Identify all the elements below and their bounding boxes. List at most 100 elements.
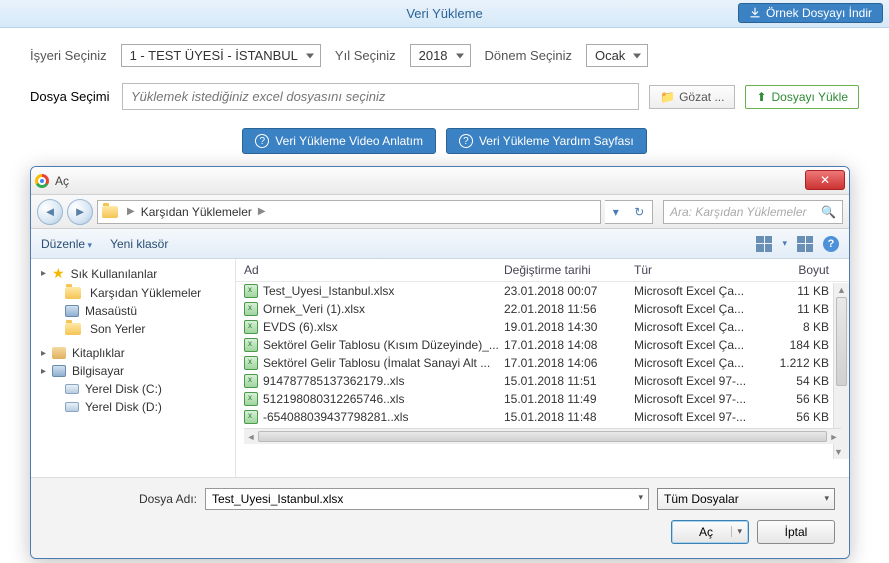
file-row[interactable]: EVDS (6).xlsx19.01.2018 14:30Microsoft E… [236, 318, 849, 336]
excel-icon [244, 374, 258, 388]
excel-icon [244, 410, 258, 424]
file-date: 15.01.2018 11:51 [504, 374, 634, 388]
tree-label: Sık Kullanılanlar [71, 267, 158, 281]
file-row[interactable]: 512198080312265746..xls15.01.2018 11:49M… [236, 390, 849, 408]
horizontal-scrollbar[interactable]: ◄ ► [244, 428, 841, 444]
file-name: 512198080312265746..xls [263, 392, 404, 406]
col-header-date[interactable]: Değiştirme tarihi [504, 263, 634, 277]
file-row[interactable]: 914787785137362179..xls15.01.2018 11:51M… [236, 372, 849, 390]
tree-label: Masaüstü [85, 304, 137, 318]
disk-icon [65, 402, 79, 412]
file-row[interactable]: -654088039437798281..xls 15.01.2018 11:48… [236, 408, 849, 426]
file-date: 23.01.2018 00:07 [504, 284, 634, 298]
file-type: Microsoft Excel 97-... [634, 410, 764, 424]
excel-icon [244, 356, 258, 370]
file-path-input[interactable] [122, 83, 639, 110]
close-button[interactable]: ✕ [805, 170, 845, 190]
view-list-icon[interactable] [756, 236, 772, 252]
dialog-titlebar[interactable]: Aç ✕ [31, 167, 849, 195]
nav-back-button[interactable]: ◄ [37, 199, 63, 225]
file-row[interactable]: Sektörel Gelir Tablosu (Kısım Düzeyinde)… [236, 336, 849, 354]
file-row[interactable]: Test_Uyesi_Istanbul.xlsx23.01.2018 00:07… [236, 282, 849, 300]
tree-computer[interactable]: ▸ Bilgisayar [31, 362, 235, 380]
cancel-button[interactable]: İptal [757, 520, 835, 544]
scroll-right-icon[interactable]: ► [827, 429, 841, 444]
chevron-down-icon[interactable]: ▾ [782, 238, 787, 249]
open-button[interactable]: Aç [671, 520, 749, 544]
breadcrumb[interactable]: ▶ Karşıdan Yüklemeler ▶ [97, 200, 601, 224]
file-type: Microsoft Excel 97-... [634, 392, 764, 406]
year-label: Yıl Seçiniz [335, 48, 396, 63]
file-type: Microsoft Excel Ça... [634, 320, 764, 334]
refresh-icon[interactable]: ↻ [634, 205, 644, 219]
col-header-name[interactable]: Ad [244, 263, 504, 277]
tree-favorites[interactable]: ▸ ★ Sık Kullanılanlar [31, 263, 235, 284]
help-video-button[interactable]: ? Veri Yükleme Video Anlatım [242, 128, 436, 154]
col-header-size[interactable]: Boyut [764, 263, 829, 277]
chevron-down-icon[interactable]: ▾ [613, 205, 619, 219]
scroll-up-icon[interactable]: ▲ [834, 283, 849, 297]
collapse-icon[interactable]: ▸ [39, 367, 48, 376]
file-date: 15.01.2018 11:48 [504, 410, 634, 424]
breadcrumb-segment[interactable]: Karşıdan Yüklemeler [141, 205, 252, 219]
file-size: 8 KB [764, 320, 829, 334]
help-page-button[interactable]: ? Veri Yükleme Yardım Sayfası [446, 128, 647, 154]
dialog-body: ▸ ★ Sık Kullanılanlar Karşıdan Yüklemele… [31, 259, 849, 477]
tree-recent[interactable]: Son Yerler [31, 320, 235, 338]
upload-label: Dosyayı Yükle [772, 90, 848, 104]
file-size: 56 KB [764, 410, 829, 424]
upload-button[interactable]: ⬆ Dosyayı Yükle [745, 85, 859, 109]
filename-label: Dosya Adı: [45, 492, 197, 506]
cancel-label: İptal [785, 525, 808, 539]
excel-icon [244, 392, 258, 406]
filetype-select[interactable]: Tüm Dosyalar [657, 488, 835, 510]
file-size: 54 KB [764, 374, 829, 388]
file-type: Microsoft Excel Ça... [634, 356, 764, 370]
tree-disk-d[interactable]: Yerel Disk (D:) [31, 398, 235, 416]
dialog-search-input[interactable]: Ara: Karşıdan Yüklemeler 🔍 [663, 200, 843, 224]
file-type: Microsoft Excel Ça... [634, 302, 764, 316]
folder-open-icon: 📁 [660, 90, 675, 104]
file-date: 22.01.2018 11:56 [504, 302, 634, 316]
year-value: 2018 [419, 48, 448, 63]
scroll-down-icon[interactable]: ▼ [834, 445, 843, 459]
tree-disk-c[interactable]: Yerel Disk (C:) [31, 380, 235, 398]
browse-button[interactable]: 📁 Gözat ... [649, 85, 735, 109]
tree-label: Bilgisayar [72, 364, 124, 378]
filename-row: Dosya Adı: Test_Uyesi_Istanbul.xlsx Tüm … [45, 488, 835, 510]
collapse-icon[interactable]: ▸ [39, 269, 48, 278]
col-header-type[interactable]: Tür [634, 263, 764, 277]
help-video-label: Veri Yükleme Video Anlatım [275, 134, 423, 148]
dialog-toolbar: Düzenle Yeni klasör ▾ ? [31, 229, 849, 259]
tree-desktop[interactable]: Masaüstü [31, 302, 235, 320]
filename-value: Test_Uyesi_Istanbul.xlsx [212, 492, 343, 506]
tree-downloads[interactable]: Karşıdan Yüklemeler [31, 284, 235, 302]
file-row[interactable]: Ornek_Veri (1).xlsx22.01.2018 11:56Micro… [236, 300, 849, 318]
filename-input[interactable]: Test_Uyesi_Istanbul.xlsx [205, 488, 649, 510]
organize-menu[interactable]: Düzenle [41, 237, 92, 251]
desktop-icon [65, 305, 79, 317]
chevron-right-icon: ▶ [123, 206, 139, 217]
file-name: Sektörel Gelir Tablosu (Kısım Düzeyinde)… [263, 338, 499, 352]
new-folder-button[interactable]: Yeni klasör [110, 237, 168, 251]
dialog-help-icon[interactable]: ? [823, 236, 839, 252]
tree-libraries[interactable]: ▸ Kitaplıklar [31, 344, 235, 362]
dialog-buttons: Aç İptal [45, 520, 835, 544]
file-row[interactable]: Sektörel Gelir Tablosu (İmalat Sanayi Al… [236, 354, 849, 372]
scroll-thumb[interactable] [258, 431, 827, 442]
download-sample-button[interactable]: Örnek Dosyayı İndir [738, 3, 883, 23]
folder-icon [65, 323, 81, 335]
view-options: ▾ ? [756, 236, 839, 252]
file-name: -654088039437798281..xls [263, 410, 408, 424]
view-preview-icon[interactable] [797, 236, 813, 252]
period-select[interactable]: Ocak [586, 44, 648, 67]
expand-icon[interactable]: ▸ [39, 349, 48, 358]
workplace-select[interactable]: 1 - TEST ÜYESİ - İSTANBUL [121, 44, 321, 67]
scroll-left-icon[interactable]: ◄ [244, 429, 258, 444]
nav-forward-button[interactable]: ► [67, 199, 93, 225]
file-open-dialog: Aç ✕ ◄ ► ▶ Karşıdan Yüklemeler ▶ ▾ ↻ Ara… [30, 166, 850, 559]
scroll-thumb[interactable] [836, 297, 847, 386]
tree-label: Kitaplıklar [72, 346, 125, 360]
year-select[interactable]: 2018 [410, 44, 471, 67]
period-value: Ocak [595, 48, 625, 63]
